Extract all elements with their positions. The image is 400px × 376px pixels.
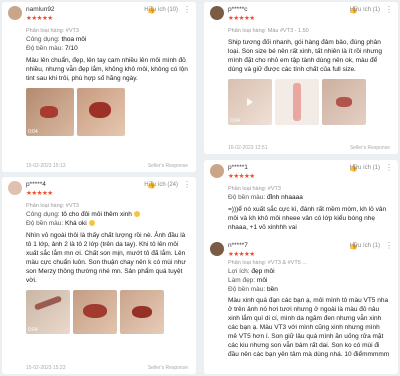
video-duration: 0:04 (28, 129, 38, 135)
feature-line: Độ bền màu: bền (228, 286, 278, 293)
feature-line: Độ bền màu: Khá oki (26, 220, 196, 227)
reviewer-name[interactable]: p*****c (228, 6, 248, 13)
review-image[interactable] (73, 290, 117, 334)
review-card: namlun92 ★★★★★ 👍 Hữu ích (10) ⋮ Phân loạ… (2, 2, 196, 172)
more-options-icon[interactable]: ⋮ (183, 5, 191, 14)
seller-response-link[interactable]: Seller's Response (148, 365, 188, 371)
more-options-icon[interactable]: ⋮ (183, 180, 191, 189)
review-card: p*****4 ★★★★★ 👍 Hữu ích (24) ⋮ Phân loại… (2, 177, 196, 374)
feature-line: Công dụng: tô cho đôi môi thêm xinh (26, 211, 196, 218)
reviewer-name[interactable]: namlun92 (26, 6, 55, 13)
avatar[interactable] (210, 6, 224, 20)
helpful-count[interactable]: Hữu ích (10) (144, 7, 178, 13)
play-icon (247, 98, 253, 106)
review-video[interactable]: 0:04 (26, 88, 74, 136)
video-duration: 0:04 (230, 118, 240, 124)
feature-line: Độ bền màu: đỉnh nhaaaa (228, 194, 303, 201)
helpful-count[interactable]: Hữu ích (1) (350, 165, 380, 171)
video-duration: 0:04 (28, 327, 38, 333)
review-image[interactable] (322, 79, 366, 125)
review-video[interactable]: 0:04 (228, 79, 272, 125)
review-date: 15-02-2023 15:13 (26, 163, 66, 169)
review-video[interactable]: 0:04 (26, 290, 70, 334)
avatar[interactable] (8, 181, 22, 195)
review-text: Nhìn vỏ ngoài thôi là thấy chất lượng rồ… (26, 232, 186, 284)
avatar[interactable] (210, 242, 224, 256)
feature-line: Độ bền màu: 7/10 (26, 45, 78, 52)
seller-response-link[interactable]: Seller's Response (148, 163, 188, 169)
helpful-count[interactable]: Hữu ích (1) (350, 7, 380, 13)
helpful-count[interactable]: Hữu ích (1) (350, 243, 380, 249)
review-date: 16-02-2023 12:51 (228, 145, 268, 151)
variant-label: Phân loại hàng: #VT3 (26, 28, 79, 34)
reviewer-name[interactable]: p*****1 (228, 164, 248, 171)
avatar[interactable] (8, 6, 22, 20)
review-image[interactable] (77, 88, 125, 136)
emoji-icon (88, 220, 95, 227)
avatar[interactable] (210, 164, 224, 178)
review-text: Màu xinh quá đạn các bạn ạ, môi mình tô … (228, 297, 390, 358)
star-rating: ★★★★★ (228, 173, 255, 180)
emoji-icon (133, 211, 140, 218)
star-rating: ★★★★★ (26, 15, 53, 22)
variant-label: Phân loại hàng: #VT3 & #VT5 ... (228, 260, 307, 266)
feature-line: Lợi ích: đẹp môi (228, 268, 275, 275)
more-options-icon[interactable]: ⋮ (385, 241, 393, 250)
review-card: p*****1 ★★★★★ 👍 Hữu ích (1) ⋮ Phân loại … (204, 160, 398, 374)
reviewer-name[interactable]: n*****7 (228, 242, 248, 249)
review-media: 0:04 (26, 88, 196, 136)
review-date: 15-02-2023 15:23 (26, 365, 66, 371)
review-media: 0:04 (228, 79, 398, 125)
review-text: Màu lên chuẩn, đẹp, lên tay cam nhiều lê… (26, 57, 188, 82)
reviewer-name[interactable]: p*****4 (26, 181, 46, 188)
star-rating: ★★★★★ (228, 251, 255, 258)
review-text: =)))ể nó xuất sắc cực kì, đánh rất mềm m… (228, 206, 387, 231)
variant-label: Phân loại hàng: #VT3 (228, 186, 281, 192)
variant-label: Phân loại hàng: Màu #VT3 - 1.50 (228, 28, 309, 34)
variant-label: Phân loại hàng: #VT3 (26, 203, 79, 209)
more-options-icon[interactable]: ⋮ (385, 5, 393, 14)
feature-line: Công dụng: thoa môi (26, 36, 87, 43)
review-card: p*****c ★★★★★ 👍 Hữu ích (1) ⋮ Phân loại … (204, 2, 398, 154)
more-options-icon[interactable]: ⋮ (385, 163, 393, 172)
seller-response-link[interactable]: Seller's Response (350, 145, 390, 151)
feature-line: Làm đẹp: môi (228, 277, 268, 284)
helpful-count[interactable]: Hữu ích (24) (144, 182, 178, 188)
review-image[interactable] (275, 79, 319, 125)
review-image[interactable] (120, 290, 164, 334)
review-media: 0:04 (26, 290, 196, 334)
review-text: Ship tương đối nhanh, gói hàng đảm bảo, … (228, 39, 382, 73)
star-rating: ★★★★★ (26, 190, 53, 197)
star-rating: ★★★★★ (228, 15, 255, 22)
